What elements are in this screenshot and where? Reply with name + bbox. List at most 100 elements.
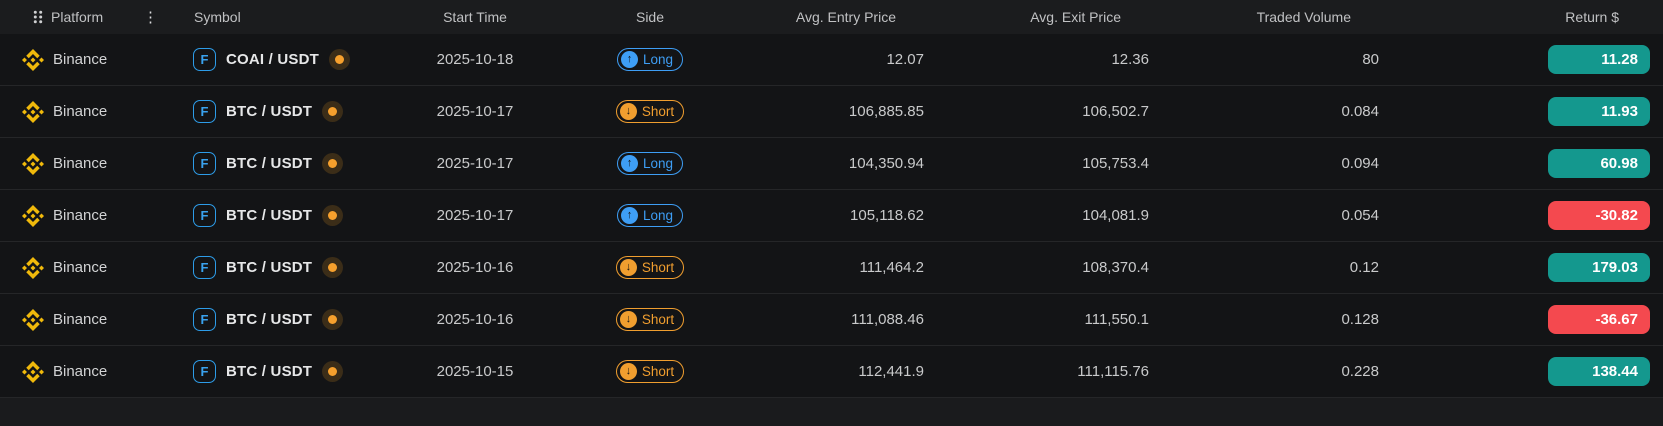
side-cell: ↓ Short bbox=[560, 256, 740, 279]
table-row[interactable]: Binance F COAI / USDT 2025-10-18 ↑ Long … bbox=[0, 34, 1663, 86]
return-cell: -36.67 bbox=[1395, 305, 1663, 334]
platform-name: Binance bbox=[53, 259, 108, 276]
traded-volume-cell: 0.128 bbox=[1341, 311, 1379, 328]
arrow-down-icon: ↓ bbox=[619, 311, 637, 328]
symbol-cell[interactable]: F BTC / USDT bbox=[180, 152, 390, 175]
symbol-cell[interactable]: F BTC / USDT bbox=[180, 256, 390, 279]
column-header-side[interactable]: Side bbox=[560, 9, 740, 25]
platform-cell: Binance bbox=[0, 308, 180, 331]
hot-indicator-icon bbox=[322, 361, 344, 382]
platform-cell: Binance bbox=[0, 204, 180, 227]
side-label: Long bbox=[642, 208, 674, 223]
table-body: Binance F COAI / USDT 2025-10-18 ↑ Long … bbox=[0, 34, 1663, 398]
start-time-cell: 2025-10-17 bbox=[436, 155, 514, 172]
exit-price-cell: 12.36 bbox=[1111, 51, 1149, 68]
platform-cell: Binance bbox=[0, 360, 180, 383]
hot-indicator-icon bbox=[322, 153, 344, 174]
column-menu-icon[interactable]: ⋮ bbox=[143, 10, 158, 25]
entry-price-cell: 111,088.46 bbox=[851, 311, 924, 328]
return-badge: 11.28 bbox=[1548, 45, 1650, 74]
table-row[interactable]: Binance F BTC / USDT 2025-10-17 ↑ Long 1… bbox=[0, 138, 1663, 190]
return-badge: -36.67 bbox=[1548, 305, 1650, 334]
symbol-pair: BTC / USDT bbox=[226, 311, 313, 328]
column-header-exit-price[interactable]: Avg. Exit Price bbox=[940, 9, 1165, 25]
traded-volume-cell: 0.094 bbox=[1341, 155, 1379, 172]
return-badge: 138.44 bbox=[1548, 357, 1650, 386]
side-label: Short bbox=[641, 260, 675, 275]
arrow-up-icon: ↑ bbox=[620, 207, 638, 224]
symbol-cell[interactable]: F BTC / USDT bbox=[180, 308, 390, 331]
table-row[interactable]: Binance F BTC / USDT 2025-10-15 ↓ Short … bbox=[0, 346, 1663, 398]
exit-price-cell: 104,081.9 bbox=[1082, 207, 1149, 224]
table-row[interactable]: Binance F BTC / USDT 2025-10-17 ↓ Short … bbox=[0, 86, 1663, 138]
binance-logo-icon bbox=[22, 204, 44, 227]
traded-volume-cell: 0.228 bbox=[1341, 363, 1379, 380]
column-header-entry-price[interactable]: Avg. Entry Price bbox=[740, 9, 940, 25]
entry-price-cell: 106,885.85 bbox=[848, 103, 924, 120]
table-row[interactable]: Binance F BTC / USDT 2025-10-17 ↑ Long 1… bbox=[0, 190, 1663, 242]
return-cell: 11.93 bbox=[1395, 97, 1663, 126]
binance-logo-icon bbox=[22, 100, 44, 123]
entry-price-cell: 105,118.62 bbox=[850, 207, 924, 224]
start-time-cell: 2025-10-18 bbox=[436, 51, 514, 68]
exit-price-cell: 111,115.76 bbox=[1077, 363, 1149, 380]
hot-indicator-icon bbox=[322, 205, 344, 226]
hot-indicator-icon bbox=[322, 309, 344, 330]
table-row[interactable]: Binance F BTC / USDT 2025-10-16 ↓ Short … bbox=[0, 294, 1663, 346]
start-time-cell: 2025-10-16 bbox=[436, 259, 514, 276]
side-badge: ↓ Short bbox=[615, 308, 685, 331]
column-header-platform[interactable]: Platform ⋮ bbox=[0, 9, 180, 25]
column-header-return[interactable]: Return $ bbox=[1395, 9, 1663, 25]
column-header-start-time[interactable]: Start Time bbox=[390, 9, 560, 25]
symbol-pair: BTC / USDT bbox=[226, 207, 313, 224]
platform-name: Binance bbox=[53, 103, 108, 120]
table-row[interactable]: Binance F BTC / USDT 2025-10-16 ↓ Short … bbox=[0, 242, 1663, 294]
drag-handle-icon[interactable] bbox=[33, 10, 43, 24]
symbol-cell[interactable]: F BTC / USDT bbox=[180, 100, 390, 123]
hot-indicator-icon bbox=[322, 101, 344, 122]
platform-name: Binance bbox=[53, 207, 108, 224]
column-header-symbol[interactable]: Symbol bbox=[180, 9, 390, 25]
binance-logo-icon bbox=[22, 308, 44, 331]
platform-cell: Binance bbox=[0, 48, 180, 71]
entry-price-cell: 12.07 bbox=[886, 51, 924, 68]
return-cell: 60.98 bbox=[1395, 149, 1663, 178]
arrow-up-icon: ↑ bbox=[620, 155, 638, 172]
return-cell: 179.03 bbox=[1395, 253, 1663, 282]
symbol-cell[interactable]: F BTC / USDT bbox=[180, 360, 390, 383]
column-header-traded-volume[interactable]: Traded Volume bbox=[1165, 9, 1395, 25]
column-header-label: Platform bbox=[51, 9, 104, 25]
symbol-pair: COAI / USDT bbox=[226, 51, 320, 68]
symbol-cell[interactable]: F BTC / USDT bbox=[180, 204, 390, 227]
entry-price-cell: 112,441.9 bbox=[858, 363, 924, 380]
arrow-down-icon: ↓ bbox=[619, 363, 637, 380]
side-cell: ↓ Short bbox=[560, 308, 740, 331]
return-badge: 179.03 bbox=[1548, 253, 1650, 282]
start-time-cell: 2025-10-17 bbox=[436, 207, 514, 224]
side-badge: ↑ Long bbox=[616, 152, 684, 175]
platform-name: Binance bbox=[53, 363, 108, 380]
binance-logo-icon bbox=[22, 152, 44, 175]
side-label: Short bbox=[641, 104, 675, 119]
hot-indicator-icon bbox=[322, 257, 344, 278]
side-label: Long bbox=[642, 156, 674, 171]
table-header-row: Platform ⋮ Symbol Start Time Side Avg. E… bbox=[0, 0, 1663, 34]
binance-logo-icon bbox=[22, 256, 44, 279]
trades-table: Platform ⋮ Symbol Start Time Side Avg. E… bbox=[0, 0, 1663, 426]
entry-price-cell: 111,464.2 bbox=[859, 259, 924, 276]
futures-contract-badge: F bbox=[193, 256, 216, 279]
table-footer-strip bbox=[0, 398, 1663, 426]
side-cell: ↓ Short bbox=[560, 100, 740, 123]
exit-price-cell: 108,370.4 bbox=[1082, 259, 1149, 276]
platform-cell: Binance bbox=[0, 100, 180, 123]
symbol-pair: BTC / USDT bbox=[226, 103, 313, 120]
traded-volume-cell: 0.054 bbox=[1341, 207, 1379, 224]
side-label: Short bbox=[641, 312, 675, 327]
platform-cell: Binance bbox=[0, 152, 180, 175]
return-cell: 138.44 bbox=[1395, 357, 1663, 386]
binance-logo-icon bbox=[22, 48, 44, 71]
symbol-cell[interactable]: F COAI / USDT bbox=[180, 48, 390, 71]
return-badge: 11.93 bbox=[1548, 97, 1650, 126]
entry-price-cell: 104,350.94 bbox=[848, 155, 924, 172]
hot-indicator-icon bbox=[329, 49, 351, 70]
